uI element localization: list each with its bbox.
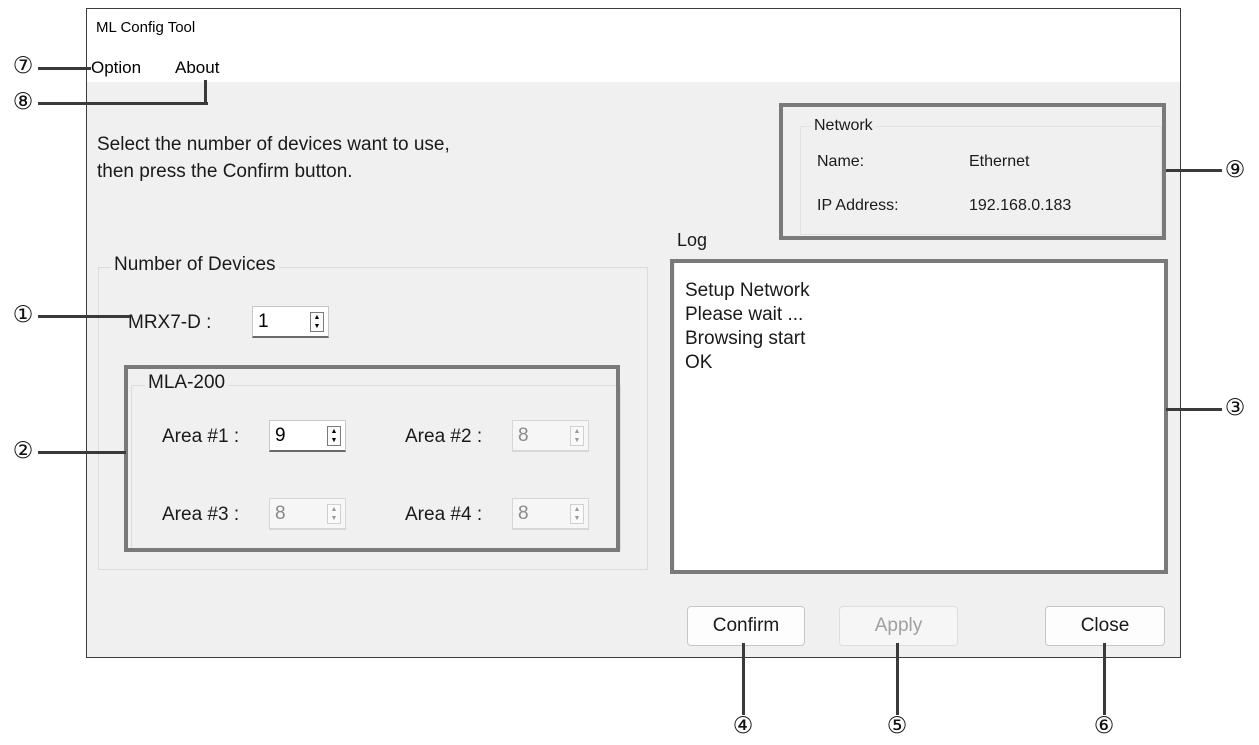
callout-line-9 xyxy=(1166,169,1222,172)
instructions-text: Select the number of devices want to use… xyxy=(97,131,450,185)
apply-button[interactable]: Apply xyxy=(839,606,958,646)
callout-number-1: ① xyxy=(12,302,34,328)
mrx7-d-spin-buttons[interactable]: ▲ ▼ xyxy=(310,312,324,332)
callout-number-6: ⑥ xyxy=(1093,713,1115,739)
callout-line-3 xyxy=(1166,408,1222,411)
spin-down-icon[interactable]: ▼ xyxy=(311,322,323,331)
instructions-line-1: Select the number of devices want to use… xyxy=(97,134,450,155)
menu-option[interactable]: Option xyxy=(91,58,141,78)
log-highlight-frame xyxy=(670,259,1168,574)
callout-number-4: ④ xyxy=(732,713,754,739)
callout-number-3: ③ xyxy=(1224,395,1246,421)
callout-line-8-vertical xyxy=(204,80,207,105)
instructions-line-2: then press the Confirm button. xyxy=(97,161,353,182)
network-highlight-frame xyxy=(779,103,1166,240)
callout-number-7: ⑦ xyxy=(12,53,34,79)
window-title: ML Config Tool xyxy=(96,19,196,36)
menu-bar: Option About xyxy=(87,49,1180,82)
mrx7-d-spinbox[interactable]: 1 ▲ ▼ xyxy=(252,306,329,338)
callout-line-6 xyxy=(1103,643,1106,715)
log-label: Log xyxy=(677,230,708,250)
callout-line-4 xyxy=(742,643,745,715)
number-of-devices-label: Number of Devices xyxy=(111,254,279,276)
title-bar: ML Config Tool xyxy=(87,9,1180,49)
confirm-button[interactable]: Confirm xyxy=(687,606,805,646)
mla-200-highlight-frame xyxy=(124,365,620,552)
callout-line-8 xyxy=(38,102,208,105)
spin-up-icon[interactable]: ▲ xyxy=(311,313,323,322)
menu-about[interactable]: About xyxy=(175,58,219,78)
callout-line-5 xyxy=(896,643,899,715)
callout-number-2: ② xyxy=(12,438,34,464)
callout-line-7 xyxy=(38,67,91,70)
callout-line-1 xyxy=(38,315,130,318)
callout-number-9: ⑨ xyxy=(1224,157,1246,183)
callout-number-5: ⑤ xyxy=(886,713,908,739)
close-button[interactable]: Close xyxy=(1045,606,1165,646)
callout-line-2 xyxy=(38,451,126,454)
callout-number-8: ⑧ xyxy=(12,89,34,115)
mrx7-d-label: MRX7-D : xyxy=(128,312,212,333)
mrx7-d-value: 1 xyxy=(258,311,269,332)
